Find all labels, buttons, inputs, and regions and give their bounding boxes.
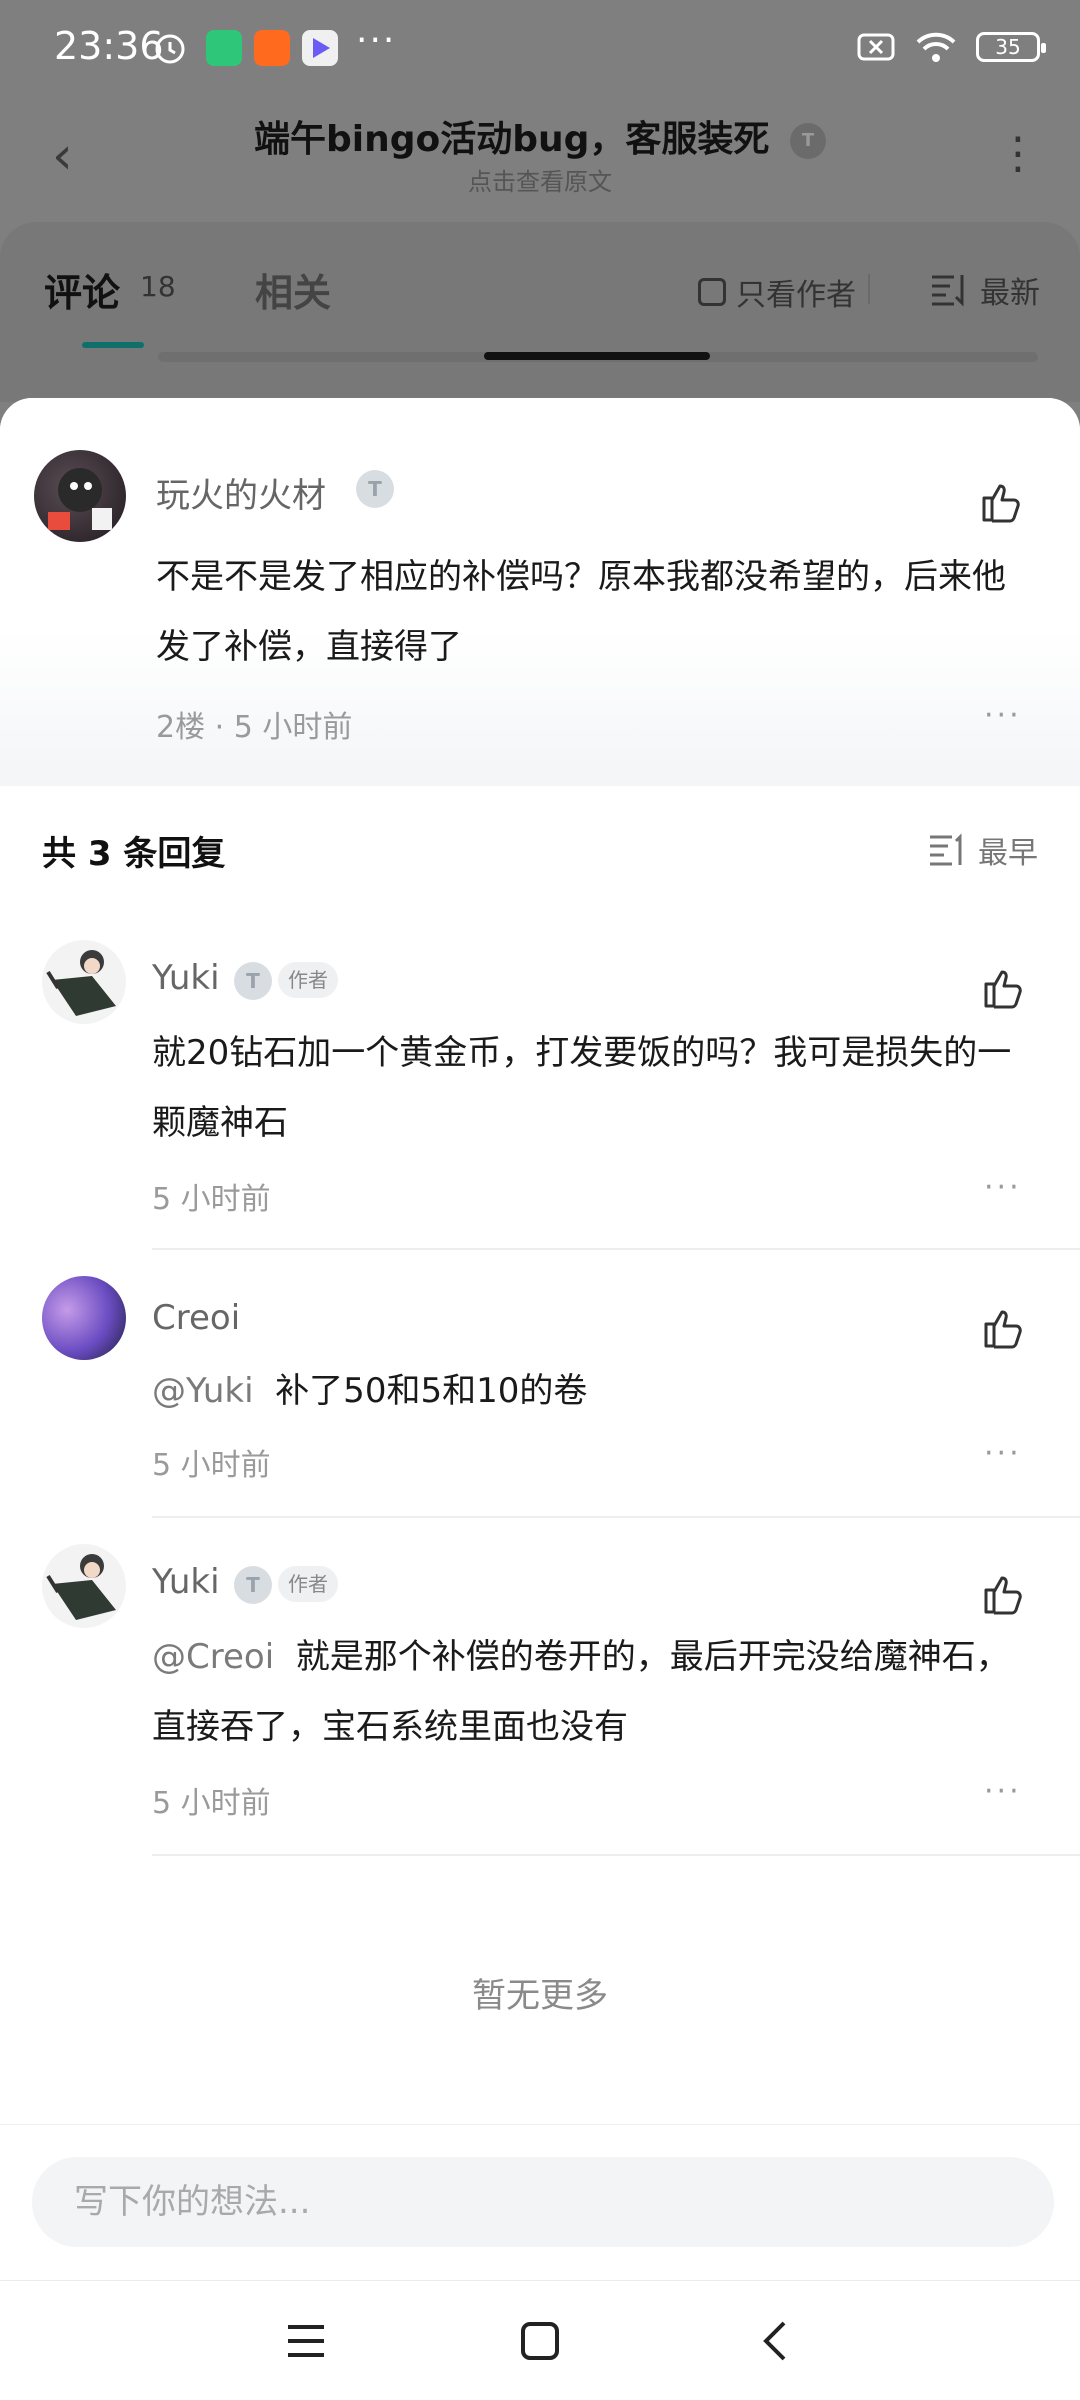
level-badge-icon: T bbox=[234, 962, 272, 1000]
comment-username[interactable]: 玩火的火材 bbox=[156, 468, 326, 517]
reply-username[interactable]: Yuki bbox=[152, 958, 220, 998]
reply-content: 就20钻石加一个黄金币，打发要饭的吗？我可是损失的一颗魔神石 bbox=[152, 1033, 1012, 1143]
reply-count-heading: 共 3 条回复 bbox=[42, 834, 226, 874]
alarm-icon bbox=[155, 34, 185, 64]
post-header: ‹ 端午bingo活动bug，客服装死 T 点击查看原文 ⋮ bbox=[0, 100, 1080, 210]
author-badge: 作者 bbox=[278, 962, 338, 998]
battery-level: 35 bbox=[995, 35, 1021, 59]
taobao-app-icon bbox=[254, 30, 290, 66]
reply-username[interactable]: Creoi bbox=[152, 1298, 240, 1338]
divider bbox=[152, 1516, 1080, 1518]
only-author-label: 只看作者 bbox=[736, 278, 856, 313]
level-badge-icon: T bbox=[789, 123, 826, 159]
avatar[interactable] bbox=[42, 1544, 126, 1628]
tab-comments[interactable]: 评论 bbox=[44, 262, 120, 317]
post-title[interactable]: 端午bingo活动bug，客服装死 T bbox=[0, 110, 1080, 162]
more-vertical-icon[interactable]: ⋮ bbox=[996, 128, 1040, 179]
mention-link[interactable]: @Creoi bbox=[152, 1637, 274, 1677]
sort-icon bbox=[932, 275, 964, 307]
reply-username[interactable]: Yuki bbox=[152, 1562, 220, 1602]
active-tab-indicator bbox=[82, 342, 144, 348]
author-badge: 作者 bbox=[278, 1566, 338, 1602]
status-bar: 23:36 ··· 35 bbox=[0, 0, 1080, 100]
level-badge-icon: T bbox=[356, 470, 394, 508]
checkbox-icon bbox=[698, 278, 726, 306]
avatar[interactable] bbox=[42, 1276, 126, 1360]
view-original-link[interactable]: 点击查看原文 bbox=[0, 162, 1080, 197]
avatar[interactable] bbox=[42, 940, 126, 1024]
reply-sheet: 玩火的火材 T 不是不是发了相应的补偿吗？原本我都没希望的，后来他发了补偿，直接… bbox=[0, 398, 1080, 2280]
system-nav-bar bbox=[0, 2280, 1080, 2400]
no-more-text: 暂无更多 bbox=[472, 1976, 608, 2016]
sim-off-icon bbox=[857, 33, 895, 61]
wifi-icon bbox=[916, 32, 956, 62]
back-icon[interactable] bbox=[746, 2311, 806, 2371]
divider bbox=[152, 1248, 1080, 1250]
reply-content: @Yuki 补了50和5和10的卷 bbox=[152, 1356, 1032, 1426]
sort-icon bbox=[930, 833, 962, 866]
tab-related[interactable]: 相关 bbox=[255, 262, 331, 317]
sort-earliest-button[interactable]: 最早 bbox=[928, 828, 1038, 872]
level-badge-icon: T bbox=[234, 1566, 272, 1604]
avatar[interactable] bbox=[34, 450, 126, 542]
comment-content: 不是不是发了相应的补偿吗？原本我都没希望的，后来他发了补偿，直接得了 bbox=[156, 557, 1006, 667]
like-icon[interactable] bbox=[980, 1304, 1028, 1352]
reply-text: 补了50和5和10的卷 bbox=[275, 1371, 588, 1411]
sort-newest-button[interactable]: 最新 bbox=[930, 268, 1040, 312]
like-icon[interactable] bbox=[980, 964, 1028, 1012]
like-icon[interactable] bbox=[980, 1570, 1028, 1618]
home-icon[interactable] bbox=[510, 2311, 570, 2371]
more-options-icon[interactable]: ··· bbox=[984, 1170, 1022, 1205]
main-comment: 玩火的火材 T 不是不是发了相应的补偿吗？原本我都没希望的，后来他发了补偿，直接… bbox=[0, 398, 1080, 786]
sort-label: 最早 bbox=[978, 836, 1038, 871]
play-app-icon bbox=[302, 30, 338, 66]
comment-input-bar bbox=[0, 2124, 1080, 2280]
mention-link[interactable]: @Yuki bbox=[152, 1371, 254, 1411]
status-time: 23:36 bbox=[54, 24, 164, 68]
more-options-icon[interactable]: ··· bbox=[984, 1774, 1022, 1809]
divider bbox=[868, 274, 870, 304]
scrollbar-thumb bbox=[484, 352, 710, 360]
reply-time: 5 小时前 bbox=[152, 1786, 271, 1821]
menu-icon[interactable] bbox=[276, 2311, 336, 2371]
reply-text: 就是那个补偿的卷开的，最后开完没给魔神石，直接吞了，宝石系统里面也没有 bbox=[152, 1637, 1010, 1747]
more-options-icon[interactable]: ··· bbox=[984, 698, 1022, 733]
more-notifications-icon: ··· bbox=[356, 20, 397, 61]
only-author-toggle[interactable]: 只看作者 bbox=[698, 270, 856, 314]
post-title-text: 端午bingo活动bug，客服装死 bbox=[254, 119, 770, 160]
reply-content: @Creoi 就是那个补偿的卷开的，最后开完没给魔神石，直接吞了，宝石系统里面也… bbox=[152, 1622, 1032, 1762]
reply-time: 5 小时前 bbox=[152, 1448, 271, 1483]
comment-input[interactable] bbox=[32, 2157, 1054, 2247]
shield-app-icon bbox=[206, 30, 242, 66]
like-icon[interactable] bbox=[978, 478, 1026, 526]
divider bbox=[152, 1854, 1080, 1856]
battery-icon: 35 bbox=[976, 32, 1046, 62]
reply-time: 5 小时前 bbox=[152, 1182, 271, 1217]
tab-bar: 评论 18 相关 只看作者 最新 bbox=[0, 222, 1080, 402]
sort-label: 最新 bbox=[980, 276, 1040, 311]
comment-meta: 2楼 · 5 小时前 bbox=[156, 710, 353, 745]
tab-comments-count: 18 bbox=[140, 270, 176, 303]
more-options-icon[interactable]: ··· bbox=[984, 1436, 1022, 1471]
